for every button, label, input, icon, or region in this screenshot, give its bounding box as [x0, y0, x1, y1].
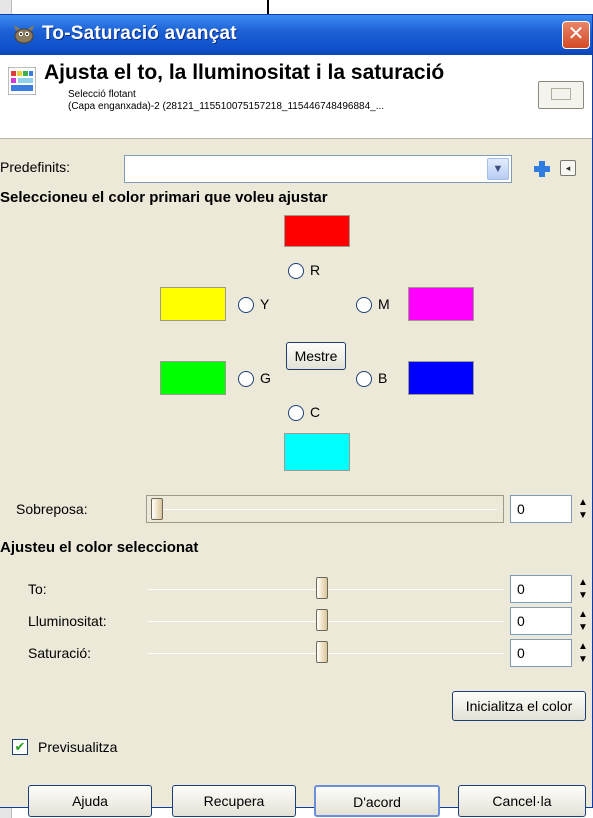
saturation-value: 0: [517, 645, 525, 661]
radio-green-label: G: [260, 370, 271, 386]
layer-name: (Capa enganxada)-2 (28121_11551007515721…: [68, 101, 385, 112]
lightness-value: 0: [517, 613, 525, 629]
radio-red[interactable]: [288, 263, 304, 279]
top-marker: [267, 0, 269, 14]
image-preview-button[interactable]: [538, 81, 584, 109]
overlap-label: Sobreposa:: [16, 501, 88, 517]
spin-arrows-icon[interactable]: ▲ ▼: [575, 640, 591, 668]
window-title: To-Saturació avançat: [42, 23, 237, 44]
radio-blue[interactable]: [356, 371, 372, 387]
radio-cyan[interactable]: [288, 405, 304, 421]
overlap-slider[interactable]: [146, 495, 504, 523]
lightness-thumb[interactable]: [316, 609, 328, 631]
hue-spinbox[interactable]: 0 ▲ ▼: [510, 575, 588, 603]
selection-label: Selecció flotant: [68, 89, 136, 100]
dialog-heading: Ajusta el to, la lluminositat i la satur…: [44, 61, 445, 84]
spin-arrows-icon[interactable]: ▲ ▼: [575, 576, 591, 604]
radio-cyan-label: C: [310, 404, 321, 420]
hue-value: 0: [517, 581, 525, 597]
spin-arrows-icon[interactable]: ▲ ▼: [575, 608, 591, 636]
green-swatch[interactable]: [160, 361, 226, 395]
radio-red-label: R: [310, 262, 321, 278]
title-bar[interactable]: To-Saturació avançat ✕: [0, 15, 592, 55]
magenta-swatch[interactable]: [408, 287, 474, 321]
radio-yellow[interactable]: [238, 297, 254, 313]
ok-button[interactable]: D'acord: [314, 785, 440, 817]
blue-swatch[interactable]: [408, 361, 474, 395]
overlap-spinbox[interactable]: 0 ▲ ▼: [510, 495, 588, 523]
radio-yellow-label: Y: [260, 296, 270, 312]
red-swatch[interactable]: [284, 215, 350, 247]
preview-label: Previsualitza: [38, 739, 118, 755]
cyan-swatch[interactable]: [284, 433, 350, 471]
overlap-track: [153, 509, 497, 510]
spin-arrows-icon[interactable]: ▲ ▼: [575, 496, 591, 524]
radio-green[interactable]: [238, 371, 254, 387]
help-button[interactable]: Ajuda: [28, 785, 152, 817]
overlap-value: 0: [517, 501, 525, 517]
gimp-icon: [14, 25, 34, 44]
reset-color-button[interactable]: Inicialitza el color: [452, 691, 586, 721]
close-button[interactable]: ✕: [562, 21, 590, 49]
radio-magenta-label: M: [378, 296, 390, 312]
radio-magenta[interactable]: [356, 297, 372, 313]
presets-combo[interactable]: ▼: [124, 155, 512, 183]
overlap-thumb[interactable]: [151, 498, 163, 520]
cancel-button[interactable]: Cancel·la: [458, 785, 586, 817]
image-preview-icon: [551, 88, 571, 100]
menu-icon[interactable]: ◂: [560, 160, 576, 176]
hue-saturation-icon: [8, 67, 36, 95]
presets-label: Predefinits:: [0, 159, 71, 175]
dialog-header: Ajusta el to, la lluminositat i la satur…: [0, 55, 592, 139]
adjust-heading: Ajusteu el color seleccionat: [0, 539, 199, 556]
plus-icon[interactable]: [532, 159, 552, 179]
dialog-window: To-Saturació avançat ✕ Ajusta el to, la …: [0, 14, 593, 817]
hue-thumb[interactable]: [316, 577, 328, 599]
reset-button[interactable]: Recupera: [172, 785, 296, 817]
yellow-swatch[interactable]: [160, 287, 226, 321]
hue-label: To:: [28, 581, 47, 597]
saturation-spinbox[interactable]: 0 ▲ ▼: [510, 639, 588, 667]
primary-color-heading: Seleccioneu el color primari que voleu a…: [0, 189, 328, 206]
saturation-thumb[interactable]: [316, 641, 328, 663]
preview-checkbox[interactable]: ✔: [12, 739, 28, 755]
saturation-label: Saturació:: [28, 645, 92, 661]
lightness-label: Lluminositat:: [28, 613, 107, 629]
chevron-down-icon[interactable]: ▼: [487, 158, 509, 180]
radio-blue-label: B: [378, 370, 388, 386]
master-button[interactable]: Mestre: [286, 342, 346, 370]
lightness-spinbox[interactable]: 0 ▲ ▼: [510, 607, 588, 635]
